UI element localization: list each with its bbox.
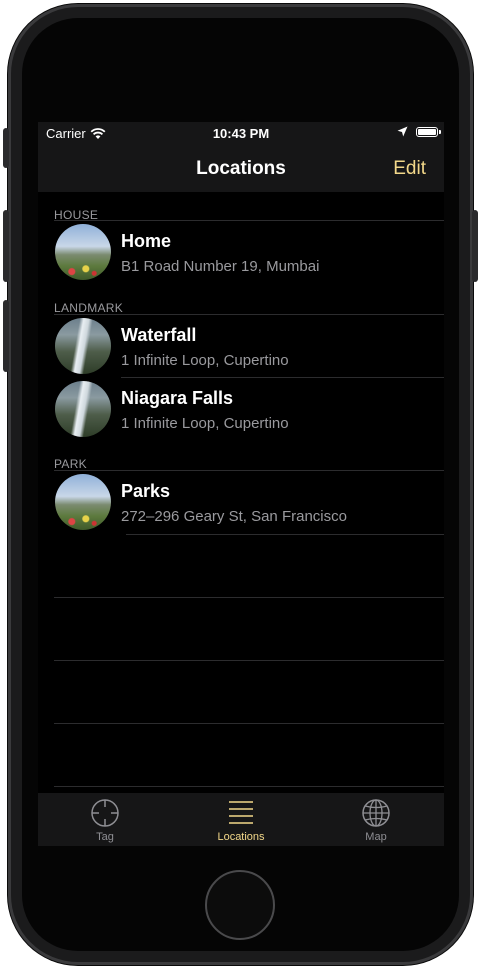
tab-map[interactable]: Map [316, 797, 436, 843]
status-time: 10:43 PM [212, 126, 270, 141]
navigation-bar: Locations Edit [38, 144, 444, 192]
list-icon [229, 801, 253, 824]
empty-row-divider [54, 597, 444, 598]
tab-label: Locations [217, 831, 265, 843]
tab-label: Tag [96, 831, 114, 843]
location-name: Niagara Falls [121, 388, 234, 408]
location-name: Waterfall [121, 325, 197, 345]
status-bar: Carrier 10:43 PM [38, 122, 444, 144]
battery-icon [416, 126, 441, 137]
volume-up-button [3, 210, 9, 282]
section-header-park: PARK [54, 457, 87, 471]
status-right-indicators [397, 126, 441, 137]
crosshair-icon [91, 799, 119, 827]
page-title: Locations [196, 158, 286, 179]
location-name: Parks [121, 481, 171, 501]
section-header-landmark: LANDMARK [54, 301, 124, 315]
location-photo [55, 318, 111, 374]
home-button[interactable] [205, 870, 275, 940]
tab-tag[interactable]: Tag [45, 797, 165, 843]
location-photo [55, 474, 111, 530]
list-item[interactable]: Home B1 Road Number 19, Mumbai [38, 221, 444, 284]
location-address: 272–296 Geary St, San Francisco [121, 508, 347, 525]
power-button [472, 210, 478, 282]
location-photo [55, 381, 111, 437]
location-arrow-icon [397, 126, 408, 137]
tab-label: Map [365, 831, 387, 843]
location-address: 1 Infinite Loop, Cupertino [121, 352, 289, 369]
tab-bar: Tag Locations Map [38, 793, 444, 846]
volume-down-button [3, 300, 9, 372]
empty-row-divider [54, 723, 444, 724]
mute-switch [3, 128, 9, 168]
location-photo [55, 224, 111, 280]
globe-icon [362, 799, 390, 827]
location-name: Home [121, 231, 172, 251]
edit-button[interactable]: Edit [393, 158, 426, 180]
list-item[interactable]: Niagara Falls 1 Infinite Loop, Cupertino [38, 378, 444, 441]
location-address: 1 Infinite Loop, Cupertino [121, 415, 289, 432]
list-item[interactable]: Waterfall 1 Infinite Loop, Cupertino [38, 315, 444, 378]
tab-locations[interactable]: Locations [181, 797, 301, 843]
empty-row-divider [54, 660, 444, 661]
list-item[interactable]: Parks 272–296 Geary St, San Francisco [38, 471, 444, 534]
app-screen: Carrier 10:43 PM Locations Edit HOUSE Ho… [38, 122, 444, 846]
empty-row-divider [54, 786, 444, 787]
row-divider [126, 534, 444, 535]
location-address: B1 Road Number 19, Mumbai [121, 258, 320, 275]
